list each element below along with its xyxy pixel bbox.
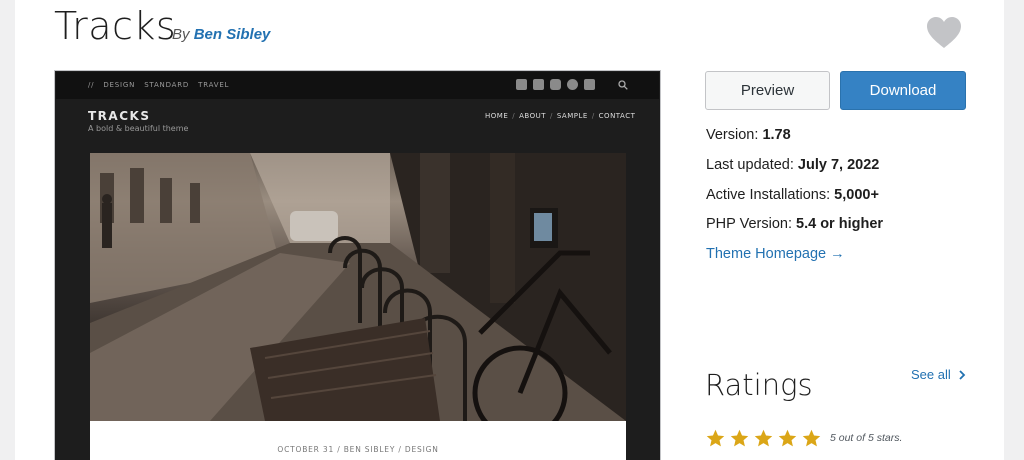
active-installs-row: Active Installations: 5,000+ [706,187,879,203]
byline: By Ben Sibley [172,26,270,43]
demo-nav-separator: / [512,112,516,120]
demo-post-meta: OCTOBER 31 / BEN SIBLEY / DESIGN [277,445,439,454]
theme-screenshot: // DESIGN STANDARD TRAVEL TRACKS A bold … [54,70,661,460]
last-updated-row: Last updated: July 7, 2022 [706,157,879,173]
last-updated-label: Last updated: [706,157,794,173]
star-icon [706,429,725,447]
php-version-value: 5.4 or higher [796,216,884,232]
active-installs-label: Active Installations: [706,187,831,203]
demo-post-card: OCTOBER 31 / BEN SIBLEY / DESIGN [90,421,626,460]
demo-tagline: A bold & beautiful theme [88,124,189,133]
facebook-icon [533,79,544,90]
demo-nav-item: ABOUT [519,112,546,120]
star-icon [754,429,773,447]
version-label: Version: [706,127,759,143]
demo-nav-separator: / [550,112,553,120]
php-version-label: PHP Version: [706,216,792,232]
demo-featured-photo [90,153,626,421]
demo-top-menu-item: DESIGN [103,81,136,89]
twitter-icon [516,79,527,90]
rating-summary: 5 out of 5 stars. [830,432,903,444]
demo-site-title: TRACKS [88,109,151,123]
theme-homepage-link[interactable]: Theme Homepage → [706,246,845,262]
demo-nav-separator: / [591,112,595,120]
version-value: 1.78 [762,127,791,143]
demo-nav-item: CONTACT [598,112,636,120]
preview-button[interactable]: Preview [705,71,830,110]
last-updated-value: July 7, 2022 [797,157,880,173]
chevron-right-icon [959,370,966,380]
see-all-label: See all [911,367,951,382]
active-installs-value: 5,000+ [834,187,879,203]
pinterest-icon [567,79,578,90]
theme-title: Tracks [54,4,177,48]
rss-icon [584,79,595,90]
search-icon [618,80,628,90]
author-link[interactable]: Ben Sibley [194,26,271,43]
see-all-ratings-link[interactable]: See all [911,367,966,382]
demo-top-menu-item: TRAVEL [198,81,230,89]
star-icon [730,429,749,447]
demo-nav-item: SAMPLE [556,112,588,120]
demo-top-menu-item: STANDARD [144,81,190,89]
instagram-icon [550,79,561,90]
demo-topbar: // DESIGN STANDARD TRAVEL [56,72,659,99]
download-button[interactable]: Download [840,71,966,110]
ratings-heading: Ratings [705,368,813,402]
street-bicycle-image [90,153,626,421]
demo-top-menu-item: // [88,81,95,89]
favorite-heart-icon[interactable] [926,16,962,50]
demo-top-menu: // DESIGN STANDARD TRAVEL [88,81,235,89]
demo-nav-item: HOME [485,112,509,120]
demo-site-nav: HOME / ABOUT / SAMPLE / CONTACT [485,112,635,120]
php-version-row: PHP Version: 5.4 or higher [706,216,883,232]
rating-stars [705,428,822,449]
star-icon [802,429,821,447]
byline-prefix: By [172,26,190,43]
version-row: Version: 1.78 [706,127,791,143]
demo-social-icons [516,79,595,90]
star-icon [778,429,797,447]
